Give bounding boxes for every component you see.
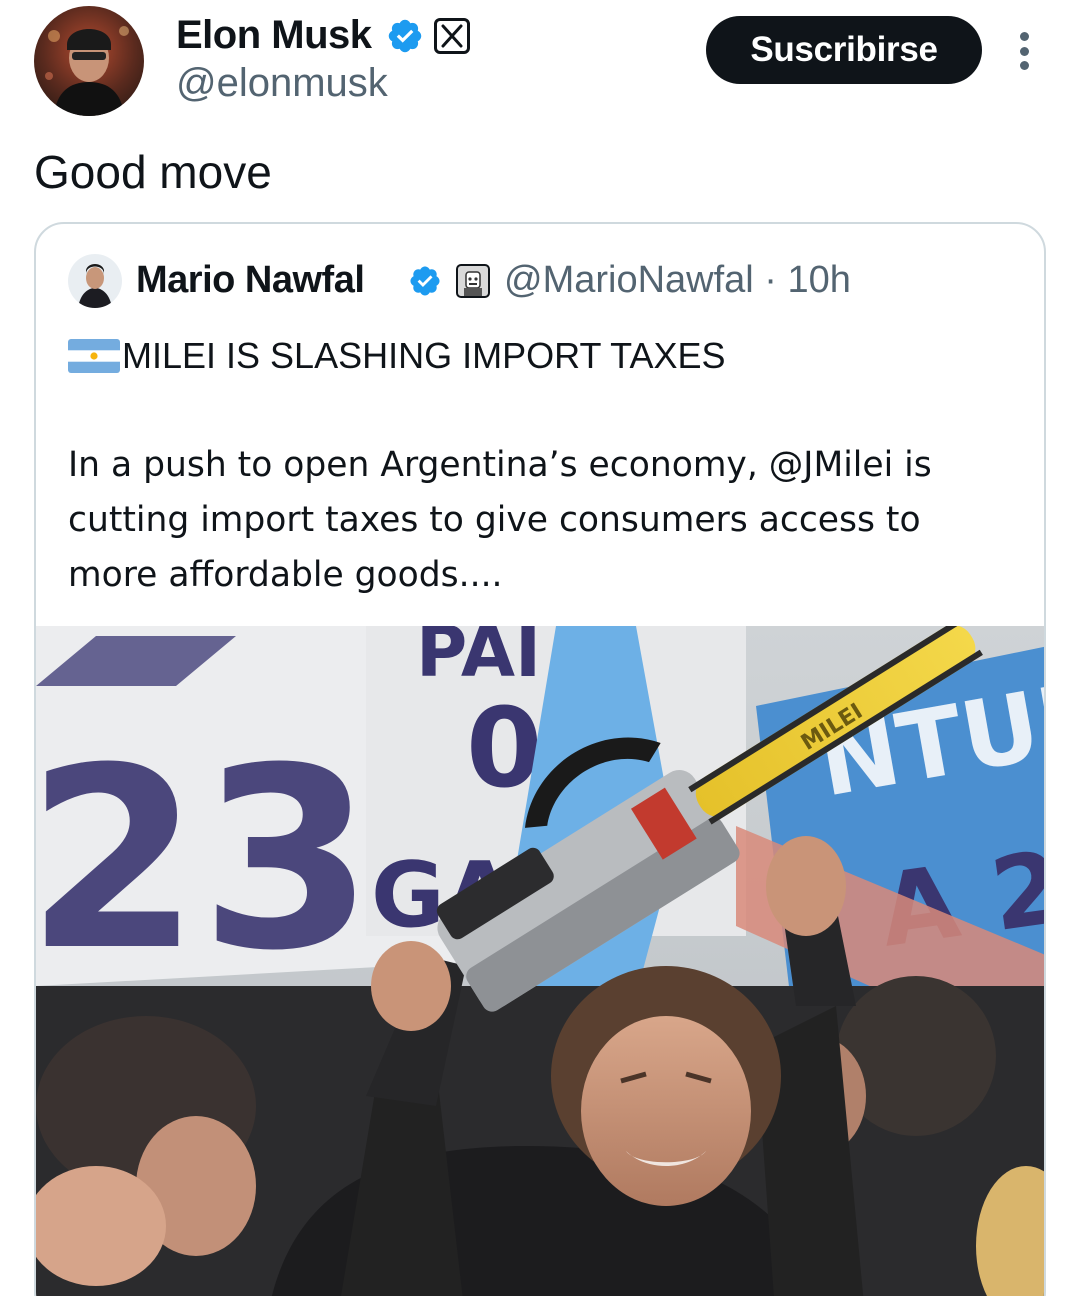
quoted-headline: MILEI IS SLASHING IMPORT TAXES <box>68 334 726 378</box>
tweet-text: Good move <box>34 146 272 198</box>
argentina-flag-icon <box>68 339 120 373</box>
svg-text:23: 23 <box>36 714 374 1005</box>
tweet: Elon Musk @elonmusk Suscribirse Good mov… <box>0 0 1080 1296</box>
verified-badge-icon <box>410 266 440 296</box>
x-logo-icon <box>434 18 470 54</box>
author-handle[interactable]: @elonmusk <box>176 60 388 106</box>
quoted-author-handle[interactable]: @MarioNawfal · 10h <box>504 258 851 302</box>
quoted-tweet[interactable]: Mario Nawfal @MarioNawfal · 10h MILEI IS… <box>34 222 1046 1296</box>
timestamp[interactable]: 10h <box>788 259 851 301</box>
avatar[interactable] <box>34 6 144 116</box>
quoted-body: In a push to open Argentina’s economy, @… <box>68 445 932 595</box>
author-name[interactable]: Elon Musk <box>176 12 372 58</box>
more-options-icon[interactable] <box>1006 26 1042 76</box>
svg-text:PAI: PAI <box>416 626 541 693</box>
quoted-avatar[interactable] <box>68 254 122 308</box>
headline-text: MILEI IS SLASHING IMPORT TAXES <box>122 335 726 376</box>
verified-badge-icon <box>388 19 422 53</box>
tweet-photo[interactable]: 23 PAI 09 GAN NTUD A 20 <box>36 611 1044 1296</box>
quoted-author-name[interactable]: Mario Nawfal <box>136 258 365 302</box>
separator-dot: · <box>753 259 788 301</box>
robot-badge-icon <box>456 264 490 298</box>
subscribe-button[interactable]: Suscribirse <box>706 16 982 84</box>
quoted-handle-text: @MarioNawfal <box>504 259 754 301</box>
